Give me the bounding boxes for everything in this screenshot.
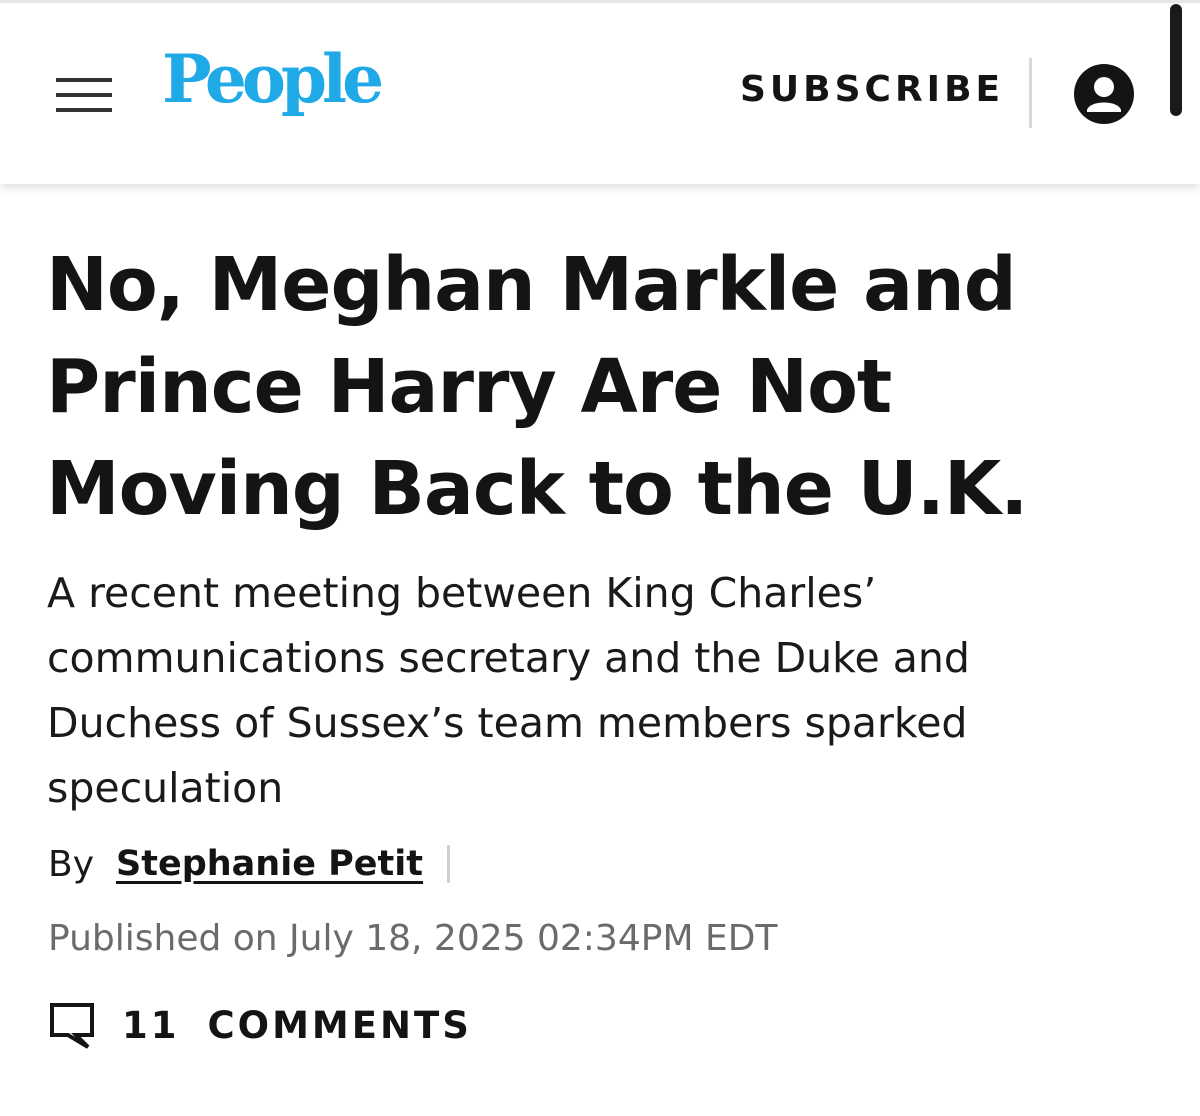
author-link[interactable]: Stephanie Petit: [116, 844, 423, 884]
scrollbar[interactable]: [1170, 4, 1182, 116]
comments-label: COMMENTS: [207, 1003, 472, 1047]
subscribe-button[interactable]: SUBSCRIBE: [740, 72, 1004, 108]
account-circle-icon[interactable]: [1074, 64, 1134, 124]
byline-divider: [446, 845, 450, 883]
hamburger-menu-icon[interactable]: [56, 78, 112, 112]
comment-bubble-icon: [50, 1003, 94, 1049]
article-dek: A recent meeting between King Charles’ c…: [47, 569, 970, 812]
published-date: Published on July 18, 2025 02:34PM EDT: [48, 918, 778, 959]
comments-count: 11: [122, 1003, 180, 1047]
people-logo[interactable]: People: [162, 46, 384, 112]
article-headline: No, Meghan Markle and Prince Harry Are N…: [46, 242, 1028, 532]
browser-top-border: [0, 0, 1200, 3]
byline-prefix: By: [48, 843, 95, 885]
comments-button[interactable]: 11 COMMENTS: [48, 1000, 472, 1050]
byline: By Stephanie Petit: [48, 842, 450, 886]
header-divider: [1029, 58, 1032, 128]
site-header: People SUBSCRIBE: [0, 0, 1200, 184]
